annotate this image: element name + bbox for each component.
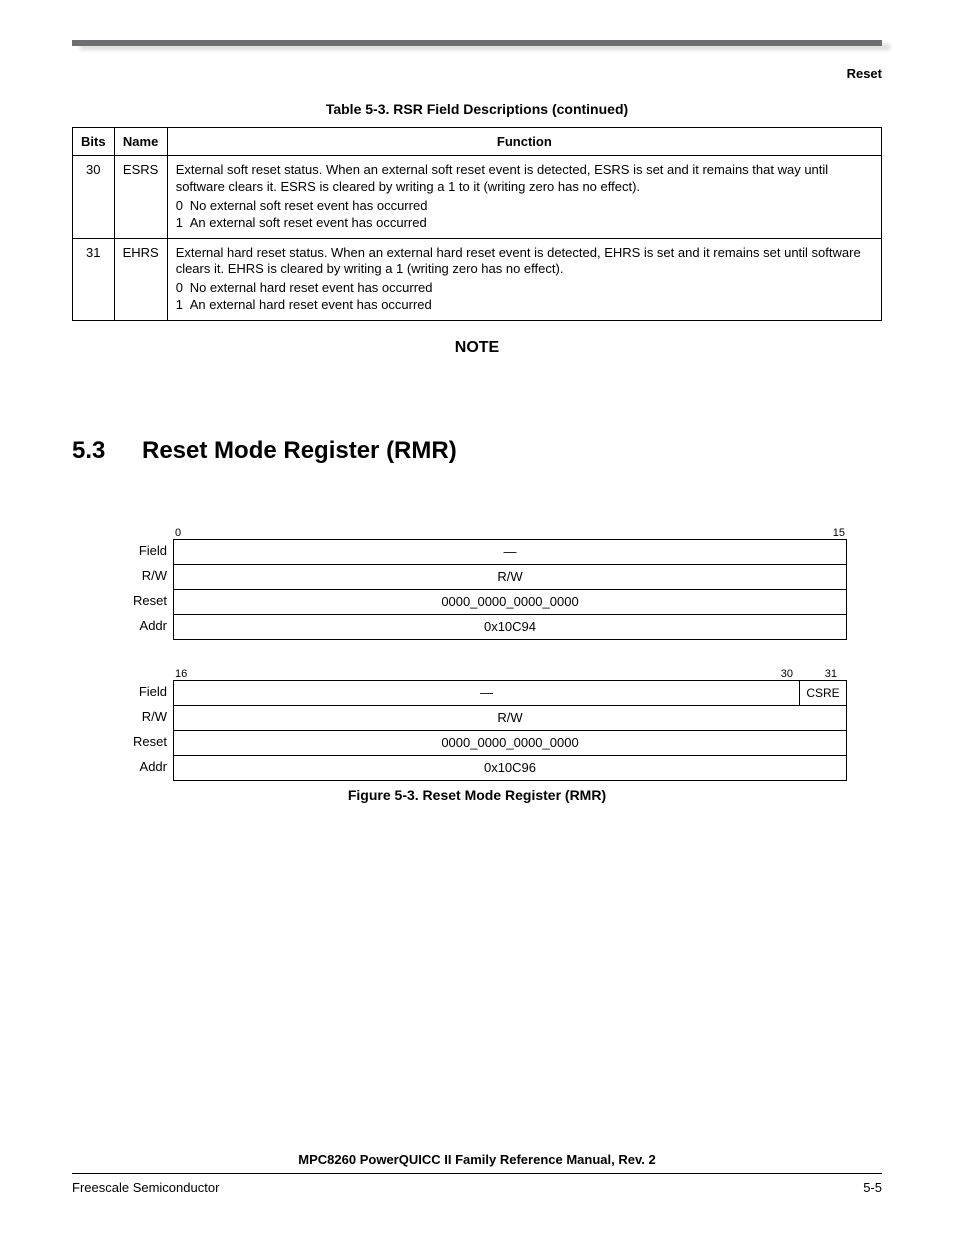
reg-top-rw: R/W [173, 565, 846, 589]
col-name: Name [114, 128, 167, 156]
section-number: 5.3 [72, 437, 142, 465]
reg-top-addr: 0x10C94 [173, 615, 846, 639]
bit-legend-bottom: 16 30 31 [173, 664, 847, 680]
section-5-3-heading: 5.3Reset Mode Register (RMR) [72, 437, 882, 465]
cell-name: ESRS [114, 156, 167, 239]
func-value-1: 1An external hard reset event has occurr… [176, 297, 873, 314]
reg-bottom-reset: 0000_0000_0000_0000 [173, 731, 846, 755]
header-section: Reset [72, 66, 882, 81]
cell-name: EHRS [114, 238, 167, 321]
reg-bottom-addr: 0x10C96 [173, 756, 846, 780]
bit-30: 30 [781, 668, 793, 680]
cell-bits: 31 [73, 238, 115, 321]
func-value-1: 1An external soft reset event has occurr… [176, 215, 873, 232]
table-header-row: Bits Name Function [73, 128, 882, 156]
func-value-0: 0No external soft reset event has occurr… [176, 198, 873, 215]
table-5-3-caption: Table 5-3. RSR Field Descriptions (conti… [72, 101, 882, 117]
reg-bottom-field-csre: CSRE [799, 681, 846, 705]
label-rw: R/W [107, 564, 173, 588]
section-title: Reset Mode Register (RMR) [142, 437, 457, 464]
reg-top-reset: 0000_0000_0000_0000 [173, 590, 846, 614]
footer-page: 5-5 [863, 1180, 882, 1195]
reg-bottom-rw: R/W [173, 706, 846, 730]
col-bits: Bits [73, 128, 115, 156]
cell-bits: 30 [73, 156, 115, 239]
reg-top-field: — [173, 540, 846, 564]
table-row: 30 ESRS External soft reset status. When… [73, 156, 882, 239]
cell-function: External hard reset status. When an exte… [167, 238, 881, 321]
label-field: Field [107, 680, 173, 704]
note-heading: NOTE [72, 339, 882, 357]
footer-manual-title: MPC8260 PowerQUICC II Family Reference M… [72, 1152, 882, 1174]
cell-function: External soft reset status. When an exte… [167, 156, 881, 239]
label-reset: Reset [107, 730, 173, 754]
bit-31: 31 [825, 668, 837, 680]
bit-16: 16 [175, 668, 187, 680]
label-reset: Reset [107, 589, 173, 613]
bit-legend-top: 0 15 [173, 523, 847, 539]
page-footer: MPC8260 PowerQUICC II Family Reference M… [72, 1152, 882, 1195]
col-function: Function [167, 128, 881, 156]
rsr-table: Bits Name Function 30 ESRS External soft… [72, 127, 882, 321]
bit-0: 0 [175, 527, 181, 539]
bit-15: 15 [833, 527, 845, 539]
func-desc: External soft reset status. When an exte… [176, 162, 873, 196]
func-desc: External hard reset status. When an exte… [176, 245, 873, 279]
register-figure: 0 15 Field — R/W R/W Reset 0000_0000_000… [107, 515, 847, 781]
footer-company: Freescale Semiconductor [72, 1180, 219, 1195]
label-addr: Addr [107, 614, 173, 638]
figure-5-3-caption: Figure 5-3. Reset Mode Register (RMR) [72, 787, 882, 803]
table-row: 31 EHRS External hard reset status. When… [73, 238, 882, 321]
top-rule [72, 40, 882, 46]
label-rw: R/W [107, 705, 173, 729]
label-field: Field [107, 539, 173, 563]
reg-bottom-field-main: — [173, 681, 799, 705]
label-addr: Addr [107, 755, 173, 779]
func-value-0: 0No external hard reset event has occurr… [176, 280, 873, 297]
